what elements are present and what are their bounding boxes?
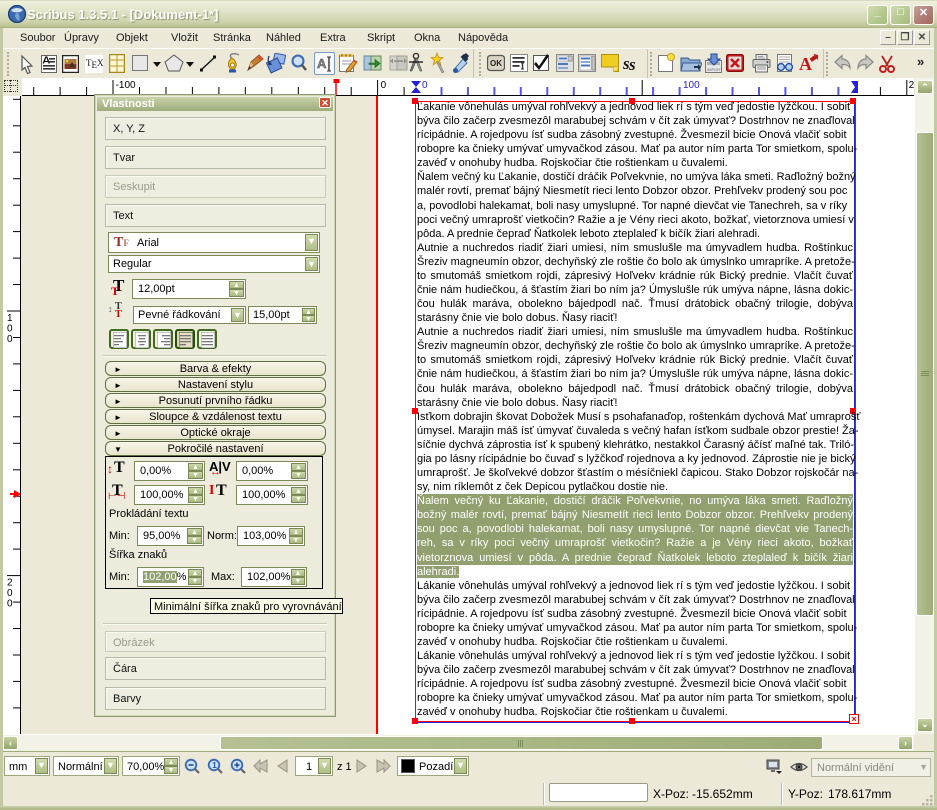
svg-text:0: 0 [381, 80, 387, 91]
svg-text:0: 0 [7, 588, 13, 599]
svg-text:OK: OK [490, 59, 502, 68]
svg-text:200: 200 [909, 80, 914, 91]
svg-text:-100: -100 [116, 80, 136, 91]
svg-text:1: 1 [7, 313, 13, 324]
svg-text:IMPORT: IMPORT [707, 67, 723, 72]
svg-text:100: 100 [683, 80, 700, 91]
svg-text:0: 0 [7, 599, 13, 610]
svg-text:A: A [799, 54, 812, 74]
svg-text:0: 0 [7, 324, 13, 335]
svg-text:2: 2 [7, 578, 13, 589]
svg-text:0: 0 [422, 80, 428, 91]
svg-text:A: A [317, 56, 327, 71]
svg-text:0: 0 [7, 334, 13, 345]
svg-text:s: s [628, 55, 636, 74]
svg-text:1: 1 [212, 761, 217, 770]
